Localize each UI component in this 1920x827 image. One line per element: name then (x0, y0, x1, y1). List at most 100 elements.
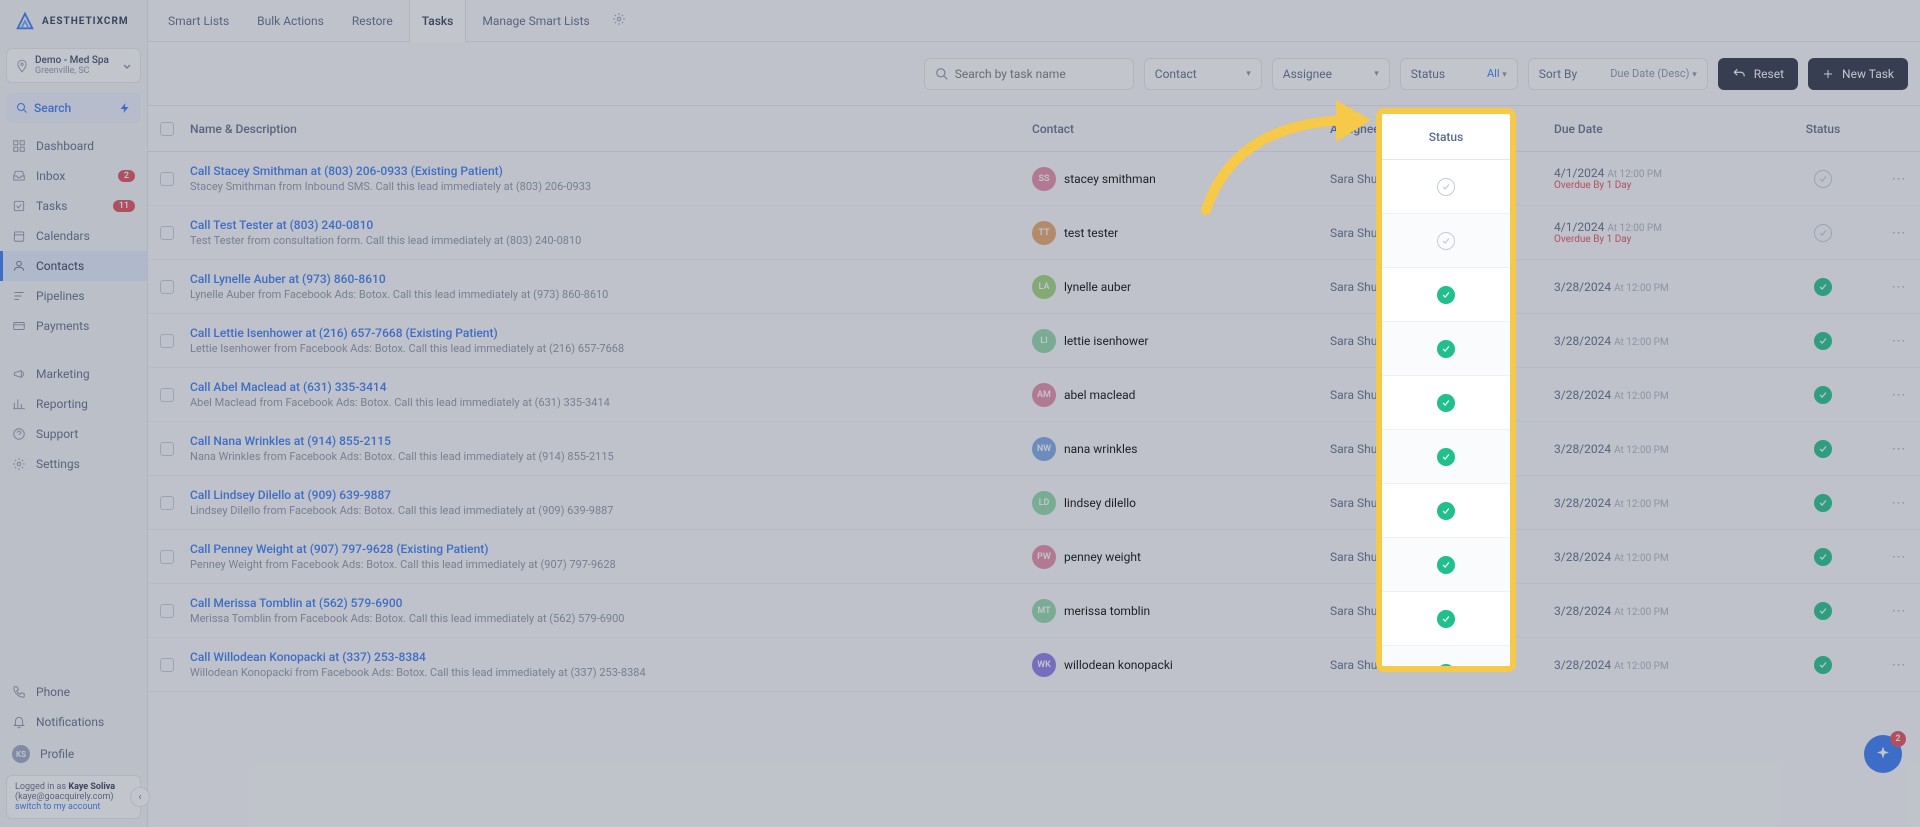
task-title-link[interactable]: Call Stacey Smithman at (803) 206-0933 (… (190, 164, 1032, 178)
nav-item-inbox[interactable]: Inbox2 (0, 161, 147, 191)
nav-item-calendars[interactable]: Calendars (0, 221, 147, 251)
row-menu-button[interactable]: ⋯ (1878, 225, 1920, 241)
status-toggle[interactable] (1814, 440, 1832, 458)
inbox-icon (12, 169, 26, 183)
status-toggle[interactable] (1814, 278, 1832, 296)
contact-name[interactable]: nana wrinkles (1064, 442, 1137, 456)
main-content: Smart ListsBulk ActionsRestoreTasksManag… (148, 0, 1920, 827)
task-search-input[interactable] (924, 58, 1134, 90)
row-menu-button[interactable]: ⋯ (1878, 387, 1920, 403)
tab-bulk-actions[interactable]: Bulk Actions (245, 0, 336, 42)
row-checkbox[interactable] (160, 442, 174, 456)
task-title-link[interactable]: Call Lindsey Dilello at (909) 639-9887 (190, 488, 1032, 502)
nav-item-settings[interactable]: Settings (0, 449, 147, 479)
new-task-button[interactable]: New Task (1808, 58, 1908, 90)
settings-icon (12, 457, 26, 471)
tab-manage-smart-lists[interactable]: Manage Smart Lists (470, 0, 601, 42)
status-toggle[interactable] (1814, 170, 1832, 188)
sidebar-search-button[interactable]: Search (6, 93, 141, 123)
task-title-link[interactable]: Call Abel Maclead at (631) 335-3414 (190, 380, 1032, 394)
tab-tasks[interactable]: Tasks (409, 0, 467, 42)
nav-item-dashboard[interactable]: Dashboard (0, 131, 147, 161)
status-filter[interactable]: Status All ▾ (1400, 58, 1518, 90)
tab-smart-lists[interactable]: Smart Lists (156, 0, 241, 42)
nav-item-reporting[interactable]: Reporting (0, 389, 147, 419)
status-toggle[interactable] (1814, 494, 1832, 512)
nav-badge: 11 (113, 200, 135, 212)
assignee-filter[interactable]: Assignee▾ (1272, 58, 1390, 90)
task-row: Call Lindsey Dilello at (909) 639-9887 L… (148, 476, 1920, 530)
task-title-link[interactable]: Call Merissa Tomblin at (562) 579-6900 (190, 596, 1032, 610)
task-title-link[interactable]: Call Nana Wrinkles at (914) 855-2115 (190, 434, 1032, 448)
contact-name[interactable]: lettie isenhower (1064, 334, 1148, 348)
col-due: Due Date (1554, 122, 1768, 136)
row-menu-button[interactable]: ⋯ (1878, 657, 1920, 673)
toolbar: Contact▾ Assignee▾ Status All ▾ Sort By … (148, 42, 1920, 106)
nav-item-pipelines[interactable]: Pipelines (0, 281, 147, 311)
contact-name[interactable]: stacey smithman (1064, 172, 1156, 186)
contact-name[interactable]: abel maclead (1064, 388, 1135, 402)
row-menu-button[interactable]: ⋯ (1878, 171, 1920, 187)
task-description: Stacey Smithman from Inbound SMS. Call t… (190, 180, 1032, 193)
row-checkbox[interactable] (160, 388, 174, 402)
contact-name[interactable]: lindsey dilello (1064, 496, 1136, 510)
status-toggle[interactable] (1814, 332, 1832, 350)
select-all-checkbox[interactable] (160, 122, 174, 136)
nav-item-contacts[interactable]: Contacts (0, 251, 147, 281)
reset-button[interactable]: Reset (1718, 58, 1798, 90)
gear-icon[interactable] (612, 12, 626, 26)
contact-name[interactable]: test tester (1064, 226, 1118, 240)
contact-name[interactable]: willodean konopacki (1064, 658, 1173, 672)
task-search-field[interactable] (955, 67, 1123, 81)
row-menu-button[interactable]: ⋯ (1878, 603, 1920, 619)
status-toggle[interactable] (1814, 386, 1832, 404)
contact-filter[interactable]: Contact▾ (1144, 58, 1262, 90)
row-menu-button[interactable]: ⋯ (1878, 279, 1920, 295)
task-description: Test Tester from consultation form. Call… (190, 234, 1032, 247)
task-title-link[interactable]: Call Lynelle Auber at (973) 860-8610 (190, 272, 1032, 286)
row-checkbox[interactable] (160, 604, 174, 618)
status-toggle[interactable] (1814, 548, 1832, 566)
nav-item-marketing[interactable]: Marketing (0, 359, 147, 389)
task-title-link[interactable]: Call Lettie Isenhower at (216) 657-7668 … (190, 326, 1032, 340)
row-menu-button[interactable]: ⋯ (1878, 441, 1920, 457)
reporting-icon (12, 397, 26, 411)
row-menu-button[interactable]: ⋯ (1878, 549, 1920, 565)
nav-item-tasks[interactable]: Tasks11 (0, 191, 147, 221)
task-title-link[interactable]: Call Test Tester at (803) 240-0810 (190, 218, 1032, 232)
task-title-link[interactable]: Call Willodean Konopacki at (337) 253-83… (190, 650, 1032, 664)
assignee-name: Sara Shumpert (1330, 334, 1554, 348)
nav-item-payments[interactable]: Payments (0, 311, 147, 341)
row-menu-button[interactable]: ⋯ (1878, 333, 1920, 349)
contact-name[interactable]: merissa tomblin (1064, 604, 1150, 618)
nav-item-support[interactable]: Support (0, 419, 147, 449)
row-checkbox[interactable] (160, 334, 174, 348)
row-checkbox[interactable] (160, 496, 174, 510)
row-menu-button[interactable]: ⋯ (1878, 495, 1920, 511)
switch-account-link[interactable]: switch to my account (15, 802, 100, 812)
brand-logo[interactable]: AESTHETIXCRM (0, 0, 147, 42)
contact-name[interactable]: penney weight (1064, 550, 1141, 564)
bottom-item-notifications[interactable]: Notifications (0, 707, 147, 737)
floating-action-button[interactable]: 2 (1864, 735, 1902, 773)
due-date: 3/28/2024 At 12:00 PM (1554, 550, 1768, 564)
col-status: Status (1768, 122, 1878, 136)
row-checkbox[interactable] (160, 658, 174, 672)
collapse-sidebar-button[interactable]: ‹ (130, 787, 150, 807)
row-checkbox[interactable] (160, 550, 174, 564)
row-checkbox[interactable] (160, 172, 174, 186)
tab-restore[interactable]: Restore (340, 0, 405, 42)
row-checkbox[interactable] (160, 280, 174, 294)
sort-by-dropdown[interactable]: Sort By Due Date (Desc) ▾ (1528, 58, 1708, 90)
calendar-icon (12, 229, 26, 243)
status-toggle[interactable] (1814, 224, 1832, 242)
status-toggle[interactable] (1814, 602, 1832, 620)
bottom-item-profile[interactable]: KSProfile (0, 737, 147, 771)
due-date: 3/28/2024 At 12:00 PM (1554, 280, 1768, 294)
bottom-item-phone[interactable]: Phone (0, 677, 147, 707)
status-toggle[interactable] (1814, 656, 1832, 674)
row-checkbox[interactable] (160, 226, 174, 240)
location-selector[interactable]: Demo - Med Spa Greenville, SC (6, 48, 141, 83)
contact-name[interactable]: lynelle auber (1064, 280, 1131, 294)
task-title-link[interactable]: Call Penney Weight at (907) 797-9628 (Ex… (190, 542, 1032, 556)
